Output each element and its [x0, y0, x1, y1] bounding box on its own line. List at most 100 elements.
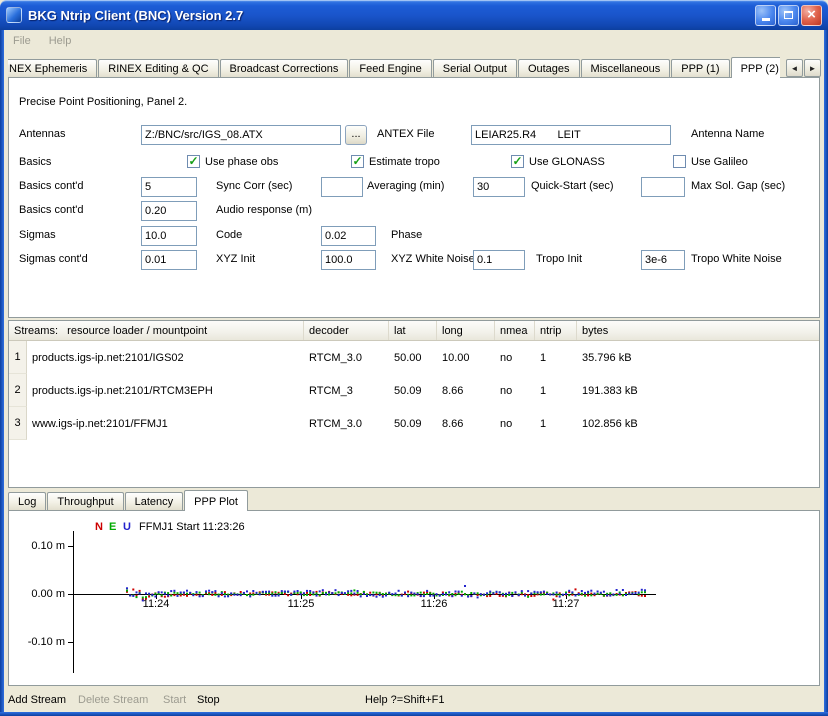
- tab-outages[interactable]: Outages: [518, 59, 580, 77]
- cell-nmea: no: [495, 352, 535, 364]
- cell-bytes: 35.796 kB: [577, 352, 819, 364]
- tab-miscellaneous[interactable]: Miscellaneous: [581, 59, 671, 77]
- menubar: File Help: [4, 30, 824, 50]
- stop-button[interactable]: Stop: [197, 694, 220, 706]
- tropo-white-noise-label: Tropo White Noise: [691, 253, 782, 265]
- close-button[interactable]: ×: [801, 5, 822, 26]
- antenna-name-input[interactable]: [471, 125, 671, 145]
- use-glonass-label: Use GLONASS: [529, 156, 605, 168]
- tab-rinex-editing-qc[interactable]: RINEX Editing & QC: [98, 59, 218, 77]
- cell-lat: 50.00: [389, 352, 437, 364]
- tropo-white-noise-input[interactable]: [641, 250, 685, 270]
- window-title: BKG Ntrip Client (BNC) Version 2.7: [28, 8, 753, 23]
- xyz-white-noise-input[interactable]: [321, 250, 376, 270]
- cell-decoder: RTCM_3.0: [304, 418, 389, 430]
- tab-feed-engine[interactable]: Feed Engine: [349, 59, 431, 77]
- use-galileo-label: Use Galileo: [691, 156, 748, 168]
- tab-serial-output[interactable]: Serial Output: [433, 59, 517, 77]
- audio-response-label: Audio response (m): [216, 204, 312, 216]
- tab-broadcast-corrections[interactable]: Broadcast Corrections: [220, 59, 349, 77]
- antex-file-label: ANTEX File: [377, 128, 434, 140]
- check-icon: ✓: [512, 155, 522, 167]
- use-galileo-checkbox[interactable]: [673, 155, 686, 168]
- streams-header-lat: lat: [389, 321, 437, 340]
- tab-rinex-ephemeris[interactable]: RINEX Ephemeris: [8, 59, 97, 77]
- max-sol-gap-input[interactable]: [641, 177, 685, 197]
- tab-ppp-plot[interactable]: PPP Plot: [184, 490, 248, 511]
- maximize-icon: [784, 11, 793, 19]
- row-number: 1: [9, 341, 27, 374]
- basics3-row-label: Basics cont'd: [19, 204, 83, 216]
- quick-start-label: Quick-Start (sec): [531, 180, 614, 192]
- cell-mountpoint: products.igs-ip.net:2101/IGS02: [27, 352, 304, 364]
- basics2-row-label: Basics cont'd: [19, 180, 83, 192]
- help-hint: Help ?=Shift+F1: [365, 694, 445, 706]
- streams-header-bytes: bytes: [577, 321, 819, 340]
- sigmas-row-label: Sigmas: [19, 229, 56, 241]
- antenna-name-label: Antenna Name: [691, 128, 764, 140]
- add-stream-button[interactable]: Add Stream: [8, 694, 66, 706]
- cell-ntrip: 1: [535, 418, 577, 430]
- tab-throughput[interactable]: Throughput: [47, 492, 123, 510]
- row-number: 3: [9, 407, 27, 440]
- sigma-code-label: Code: [216, 229, 242, 241]
- estimate-tropo-label: Estimate tropo: [369, 156, 440, 168]
- use-phase-obs-checkbox[interactable]: ✓: [187, 155, 200, 168]
- use-glonass-checkbox[interactable]: ✓: [511, 155, 524, 168]
- quick-start-input[interactable]: [473, 177, 525, 197]
- tropo-init-label: Tropo Init: [536, 253, 582, 265]
- audio-response-input[interactable]: [141, 201, 197, 221]
- streams-header-row: Streams: resource loader / mountpoint de…: [9, 321, 819, 341]
- menu-file[interactable]: File: [4, 32, 40, 49]
- panel-caption: Precise Point Positioning, Panel 2.: [19, 96, 187, 108]
- antex-browse-button[interactable]: ...: [345, 125, 367, 145]
- cell-nmea: no: [495, 418, 535, 430]
- cell-ntrip: 1: [535, 385, 577, 397]
- cell-lat: 50.09: [389, 418, 437, 430]
- start-button[interactable]: Start: [163, 694, 186, 706]
- streams-header-long: long: [437, 321, 495, 340]
- streams-header-ntrip: ntrip: [535, 321, 577, 340]
- menu-help[interactable]: Help: [40, 32, 81, 49]
- titlebar: BKG Ntrip Client (BNC) Version 2.7 ×: [0, 0, 828, 30]
- app-window: BKG Ntrip Client (BNC) Version 2.7 × Fil…: [0, 0, 828, 716]
- cell-decoder: RTCM_3.0: [304, 352, 389, 364]
- table-row[interactable]: 1 products.igs-ip.net:2101/IGS02 RTCM_3.…: [9, 341, 819, 374]
- tab-ppp-1[interactable]: PPP (1): [671, 59, 729, 77]
- app-icon[interactable]: [6, 7, 22, 23]
- cell-mountpoint: products.igs-ip.net:2101/RTCM3EPH: [27, 385, 304, 397]
- sync-corr-input[interactable]: [141, 177, 197, 197]
- antex-file-input[interactable]: [141, 125, 341, 145]
- check-icon: ✓: [188, 155, 198, 167]
- window-border-left: [0, 30, 4, 716]
- tab-log[interactable]: Log: [8, 492, 46, 510]
- sync-corr-label: Sync Corr (sec): [216, 180, 292, 192]
- tab-latency[interactable]: Latency: [125, 492, 184, 510]
- row-number: 2: [9, 374, 27, 407]
- minimize-button[interactable]: [755, 5, 776, 26]
- max-sol-gap-label: Max Sol. Gap (sec): [691, 180, 785, 192]
- streams-header-decoder: decoder: [304, 321, 389, 340]
- tab-ppp-2[interactable]: PPP (2): [731, 57, 780, 78]
- averaging-label: Averaging (min): [367, 180, 444, 192]
- tab-scroll-left-button[interactable]: ◄: [786, 59, 803, 77]
- xyz-init-input[interactable]: [141, 250, 197, 270]
- averaging-input[interactable]: [321, 177, 363, 197]
- table-row[interactable]: 2 products.igs-ip.net:2101/RTCM3EPH RTCM…: [9, 374, 819, 407]
- streams-header-nmea: nmea: [495, 321, 535, 340]
- table-row[interactable]: 3 www.igs-ip.net:2101/FFMJ1 RTCM_3.0 50.…: [9, 407, 819, 440]
- ppp-plot-panel: N E U FFMJ1 Start 11:23:26 0.10 m 0.00 m…: [8, 510, 820, 686]
- streams-header-mountpoint: Streams: resource loader / mountpoint: [9, 321, 304, 340]
- delete-stream-button[interactable]: Delete Stream: [78, 694, 148, 706]
- estimate-tropo-checkbox[interactable]: ✓: [351, 155, 364, 168]
- tab-scroll-right-button[interactable]: ►: [804, 59, 821, 77]
- minimize-icon: [762, 18, 770, 21]
- window-border-bottom: [0, 712, 828, 716]
- use-phase-obs-label: Use phase obs: [205, 156, 278, 168]
- sigma-code-input[interactable]: [141, 226, 197, 246]
- tropo-init-input[interactable]: [473, 250, 525, 270]
- maximize-button[interactable]: [778, 5, 799, 26]
- action-bar: Add Stream Delete Stream Start Stop Help…: [4, 686, 824, 712]
- cell-long: 10.00: [437, 352, 495, 364]
- sigma-phase-input[interactable]: [321, 226, 376, 246]
